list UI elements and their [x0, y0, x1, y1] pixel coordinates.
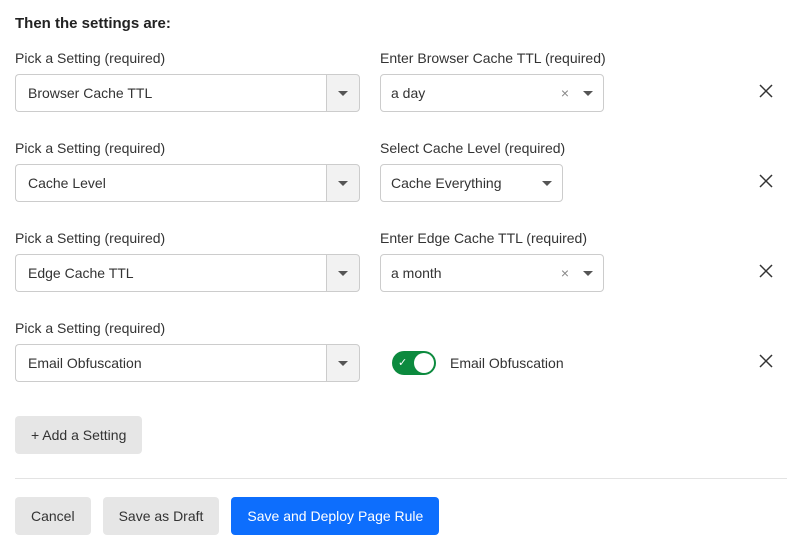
- pick-setting-group: Pick a Setting (required) Cache Level: [15, 140, 360, 202]
- cancel-button[interactable]: Cancel: [15, 497, 91, 535]
- value-text: Cache Everything: [391, 175, 538, 191]
- value-group: Enter Browser Cache TTL (required) a day…: [380, 50, 606, 112]
- pick-setting-value[interactable]: Cache Level: [15, 164, 326, 202]
- pick-setting-value[interactable]: Browser Cache TTL: [15, 74, 326, 112]
- value-text: a month: [391, 265, 561, 281]
- toggle-label: Email Obfuscation: [450, 355, 564, 371]
- value-text: a day: [391, 85, 561, 101]
- setting-row: Pick a Setting (required) Email Obfuscat…: [15, 320, 787, 382]
- setting-row: Pick a Setting (required) Edge Cache TTL…: [15, 230, 787, 292]
- check-icon: ✓: [398, 358, 407, 369]
- close-icon: [759, 84, 773, 98]
- setting-row: Pick a Setting (required) Cache Level Se…: [15, 140, 787, 202]
- remove-setting-button[interactable]: [757, 82, 775, 100]
- value-combobox[interactable]: a month ×: [380, 254, 604, 292]
- toggle-switch[interactable]: ✓: [392, 351, 436, 375]
- chevron-down-icon[interactable]: [326, 254, 360, 292]
- close-icon: [759, 264, 773, 278]
- pick-setting-select[interactable]: Browser Cache TTL: [15, 74, 360, 112]
- pick-setting-value[interactable]: Edge Cache TTL: [15, 254, 326, 292]
- pick-setting-group: Pick a Setting (required) Email Obfuscat…: [15, 320, 360, 382]
- pick-setting-select[interactable]: Edge Cache TTL: [15, 254, 360, 292]
- pick-setting-label: Pick a Setting (required): [15, 230, 360, 246]
- pick-setting-group: Pick a Setting (required) Edge Cache TTL: [15, 230, 360, 292]
- pick-setting-value[interactable]: Email Obfuscation: [15, 344, 326, 382]
- setting-row: Pick a Setting (required) Browser Cache …: [15, 50, 787, 112]
- clear-icon[interactable]: ×: [561, 265, 569, 281]
- remove-setting-button[interactable]: [757, 172, 775, 190]
- pick-setting-label: Pick a Setting (required): [15, 50, 360, 66]
- divider: [15, 478, 787, 479]
- pick-setting-group: Pick a Setting (required) Browser Cache …: [15, 50, 360, 112]
- chevron-down-icon[interactable]: [542, 181, 552, 186]
- chevron-down-icon[interactable]: [583, 91, 593, 96]
- pick-setting-select[interactable]: Email Obfuscation: [15, 344, 360, 382]
- chevron-down-icon[interactable]: [326, 344, 360, 382]
- toggle-group: ✓ Email Obfuscation: [360, 344, 564, 382]
- chevron-down-icon[interactable]: [583, 271, 593, 276]
- value-label: Enter Browser Cache TTL (required): [380, 50, 606, 66]
- chevron-down-icon[interactable]: [326, 164, 360, 202]
- value-combobox[interactable]: a day ×: [380, 74, 604, 112]
- close-icon: [759, 354, 773, 368]
- remove-setting-button[interactable]: [757, 262, 775, 280]
- value-group: Select Cache Level (required) Cache Ever…: [380, 140, 565, 202]
- add-setting-button[interactable]: + Add a Setting: [15, 416, 142, 454]
- toggle-knob: [414, 353, 434, 373]
- pick-setting-label: Pick a Setting (required): [15, 140, 360, 156]
- pick-setting-select[interactable]: Cache Level: [15, 164, 360, 202]
- value-label: Enter Edge Cache TTL (required): [380, 230, 604, 246]
- save-draft-button[interactable]: Save as Draft: [103, 497, 220, 535]
- save-deploy-button[interactable]: Save and Deploy Page Rule: [231, 497, 439, 535]
- close-icon: [759, 174, 773, 188]
- value-combobox[interactable]: Cache Everything: [380, 164, 563, 202]
- value-label: Select Cache Level (required): [380, 140, 565, 156]
- remove-setting-button[interactable]: [757, 352, 775, 370]
- section-heading: Then the settings are:: [15, 15, 787, 32]
- chevron-down-icon[interactable]: [326, 74, 360, 112]
- footer-buttons: Cancel Save as Draft Save and Deploy Pag…: [15, 497, 787, 535]
- value-group: Enter Edge Cache TTL (required) a month …: [380, 230, 604, 292]
- pick-setting-label: Pick a Setting (required): [15, 320, 360, 336]
- clear-icon[interactable]: ×: [561, 85, 569, 101]
